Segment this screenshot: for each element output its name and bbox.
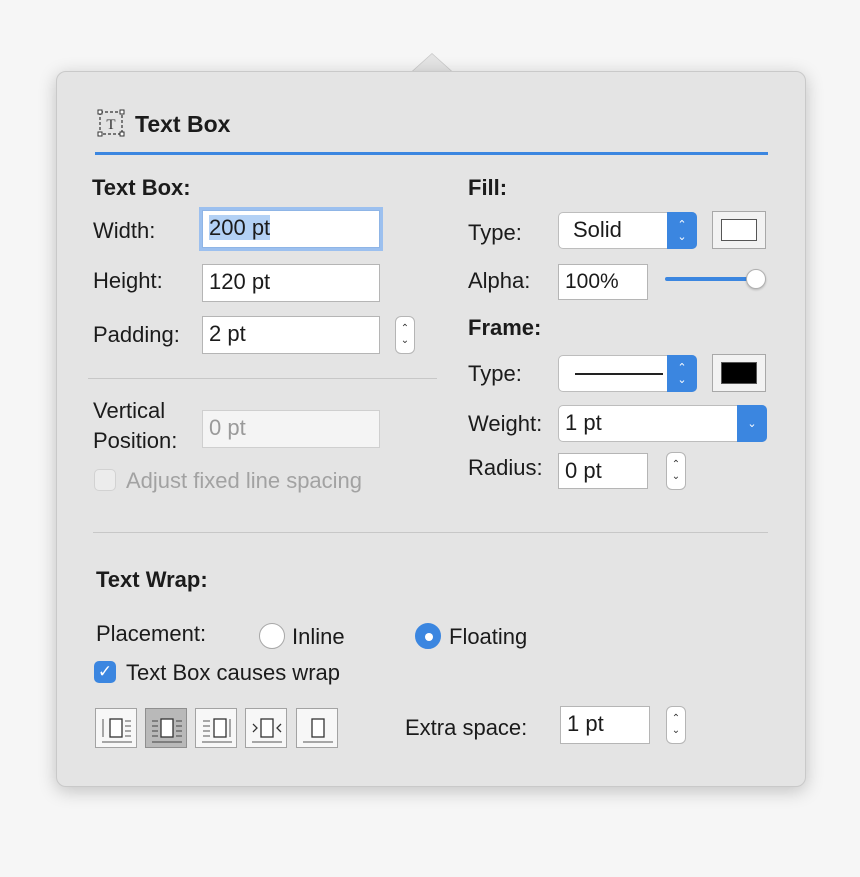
text-box-section-label: Text Box:: [92, 175, 191, 200]
wrap-right-icon: [202, 718, 232, 743]
frame-type-label: Type:: [468, 361, 522, 386]
padding-label: Padding:: [93, 322, 180, 347]
extra-space-stepper[interactable]: ⌃ ⌄: [666, 706, 686, 744]
vertical-position-label-line1: Vertical: [93, 398, 166, 423]
text-box-divider: [88, 378, 437, 379]
text-wrap-divider: [93, 532, 768, 533]
wrap-both-sides-button[interactable]: [145, 708, 187, 748]
wrap-none-icon: [303, 718, 333, 743]
height-label: Height:: [93, 268, 163, 293]
line-style-solid-icon: [575, 373, 663, 375]
fill-type-value: Solid: [573, 217, 622, 242]
header-divider: [95, 152, 768, 155]
chevron-up-icon: ⌃: [671, 459, 681, 470]
wrap-both-sides-icon: [152, 718, 182, 743]
placement-label: Placement:: [96, 621, 207, 646]
alpha-slider-track[interactable]: [665, 277, 757, 281]
floating-label: Floating: [449, 624, 528, 649]
alpha-slider-knob[interactable]: [746, 269, 766, 289]
wrap-largest-side-button[interactable]: [245, 708, 287, 748]
weight-popup[interactable]: 1 pt ⌄: [558, 405, 767, 442]
extra-space-label: Extra space:: [405, 715, 528, 740]
alpha-field[interactable]: 100%: [558, 264, 648, 300]
chevron-down-icon: ⌄: [671, 471, 681, 482]
wrap-left-button[interactable]: [95, 708, 137, 748]
chevron-up-icon: ⌃: [400, 323, 410, 334]
radius-label: Radius:: [468, 455, 543, 480]
fill-type-popup[interactable]: Solid ⌃ ⌄: [558, 212, 697, 249]
adjust-line-spacing-label: Adjust fixed line spacing: [126, 468, 363, 493]
vertical-position-label-line2: Position:: [93, 428, 178, 453]
chevron-updown-icon: ⌃ ⌄: [667, 212, 697, 249]
causes-wrap-label: Text Box causes wrap: [126, 660, 340, 685]
chevron-down-icon: ⌄: [671, 725, 681, 736]
popover-arrow: [412, 54, 452, 72]
frame-color-well[interactable]: [712, 354, 766, 392]
fill-color-well[interactable]: [712, 211, 766, 249]
frame-section-label: Frame:: [468, 315, 542, 340]
chevron-down-icon: ⌄: [737, 405, 767, 442]
wrap-right-button[interactable]: [195, 708, 237, 748]
padding-field[interactable]: 2 pt: [202, 316, 380, 354]
chevron-down-icon: ⌄: [400, 335, 410, 346]
adjust-line-spacing-checkbox[interactable]: [94, 469, 116, 491]
checkmark-icon: ✓: [97, 662, 113, 681]
weight-value: 1 pt: [565, 410, 602, 435]
chevron-updown-icon: ⌃ ⌄: [667, 355, 697, 392]
frame-color-chip: [721, 362, 757, 384]
fill-color-chip: [721, 219, 757, 241]
inline-radio[interactable]: [259, 623, 285, 649]
width-value: 200 pt: [209, 215, 271, 240]
text-wrap-section-label: Text Wrap:: [96, 567, 208, 592]
svg-text:T: T: [106, 117, 115, 133]
inline-label: Inline: [292, 624, 345, 649]
width-label: Width:: [93, 218, 156, 243]
causes-wrap-checkbox[interactable]: ✓: [94, 661, 116, 683]
radius-field[interactable]: 0 pt: [558, 453, 648, 489]
floating-radio[interactable]: [415, 623, 441, 649]
height-field[interactable]: 120 pt: [202, 264, 380, 302]
weight-label: Weight:: [468, 411, 543, 436]
wrap-none-button[interactable]: [296, 708, 338, 748]
wrap-largest-side-icon: [252, 718, 282, 743]
chevron-up-icon: ⌃: [671, 713, 681, 724]
alpha-label: Alpha:: [468, 268, 531, 293]
fill-type-label: Type:: [468, 220, 522, 245]
frame-type-popup[interactable]: ⌃ ⌄: [558, 355, 697, 392]
fill-section-label: Fill:: [468, 175, 508, 200]
vertical-position-field[interactable]: 0 pt: [202, 410, 380, 448]
width-field[interactable]: 200 pt: [202, 210, 380, 248]
padding-stepper[interactable]: ⌃ ⌄: [395, 316, 415, 354]
inspector-title: Text Box: [135, 111, 231, 137]
text-box-icon: T: [96, 108, 126, 138]
radius-stepper[interactable]: ⌃ ⌄: [666, 452, 686, 490]
wrap-left-icon: [102, 718, 132, 743]
extra-space-field[interactable]: 1 pt: [560, 706, 650, 744]
